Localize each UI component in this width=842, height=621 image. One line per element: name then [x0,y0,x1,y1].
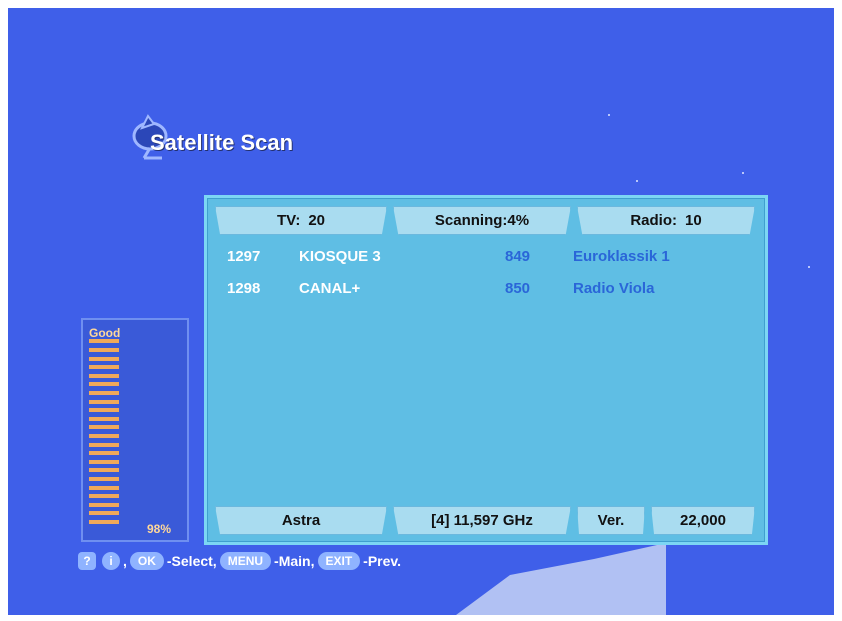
symbol-rate-value: 22,000 [680,512,726,529]
tv-screen: Satellite Scan TV: 20 Scanning:4% Radio:… [8,8,834,615]
radio-count-box: Radio: 10 [577,206,755,235]
radio-channel-name: Euroklassik 1 [573,248,670,265]
frequency-value: [4] 11,597 GHz [431,512,533,529]
signal-bar-segment [89,399,119,404]
tv-channel-number: 1297 [227,248,261,265]
signal-bar-segment [89,339,119,344]
select-hint: -Select, [166,553,217,569]
menu-key[interactable]: MENU [219,552,272,570]
signal-bar-segment [89,494,119,499]
polarization-value: Ver. [597,512,625,529]
signal-bar-segment [89,408,119,413]
signal-bar-segment [89,391,119,395]
signal-bar-segment [89,356,119,361]
help-bar: ? i , OK -Select, MENU -Main, EXIT -Prev… [78,551,404,571]
signal-bar-segment [89,348,119,352]
signal-bar-segment [89,451,119,456]
scanning-progress-box: Scanning:4% [393,206,571,235]
signal-bar-segment [89,520,119,524]
signal-quality-meter: Good 98% [81,318,189,542]
radio-label: Radio: [630,212,677,229]
sparkle [608,114,610,116]
signal-bar-segment [89,365,119,370]
sparkle [636,180,638,182]
polarization-box: Ver. [577,506,645,535]
signal-bar-segment [89,425,119,430]
tv-count-box: TV: 20 [215,206,387,235]
tv-channel-number: 1298 [227,280,261,297]
signal-bar-segment [89,416,119,421]
radio-channel-number: 850 [505,280,531,297]
tv-channel-name: KIOSQUE 3 [299,248,381,265]
main-hint: -Main, [274,553,315,569]
signal-bar-segment [89,373,119,378]
page-title: Satellite Scan [150,130,294,155]
light-wedge-decoration [445,543,666,615]
signal-bar-segment [89,502,119,507]
scanning-status: Scanning:4% [434,212,530,229]
tv-count: 20 [308,212,326,229]
symbol-rate-box: 22,000 [651,506,755,535]
help-key[interactable]: ? [78,552,96,570]
satellite-name-box: Astra [215,506,387,535]
radio-channel-name: Radio Viola [573,280,655,297]
tv-label: TV: [276,212,301,229]
signal-bar-segment [89,442,119,447]
frequency-box: [4] 11,597 GHz [393,506,571,535]
tv-channel-name: CANAL+ [299,280,361,297]
help-separator: , [123,553,127,569]
prev-hint: -Prev. [363,553,402,569]
signal-bar-segment [89,459,119,464]
info-key[interactable]: i [102,552,120,570]
signal-bar-segment [89,468,119,473]
signal-bar-segment [89,477,119,481]
radio-count: 10 [684,212,702,229]
signal-bar-segment [89,382,119,387]
signal-percent: 98% [146,522,171,536]
satellite-name: Astra [281,512,321,529]
signal-bar-segment [89,485,119,490]
signal-quality-label: Good [89,326,121,340]
exit-key[interactable]: EXIT [317,552,361,570]
scan-panel: TV: 20 Scanning:4% Radio: 10 1297 KIOSQU… [204,195,768,545]
ok-key[interactable]: OK [129,552,164,570]
sparkle [808,266,810,268]
signal-bar-segment [89,511,119,516]
radio-channel-number: 849 [505,248,531,265]
sparkle [742,172,744,174]
signal-bar-segment [89,434,119,438]
